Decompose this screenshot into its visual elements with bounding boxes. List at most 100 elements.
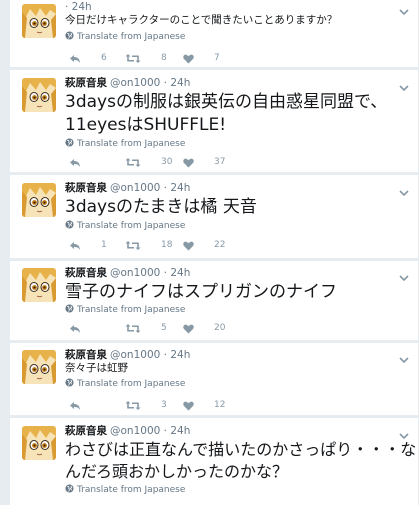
tweet-actions: 5 20 <box>65 321 385 335</box>
reply-button[interactable]: 1 <box>69 238 107 252</box>
globe-icon <box>65 31 74 40</box>
tweet-text: 今日だけキャラクターのことで聞きたいことありますか？ <box>65 14 338 26</box>
reply-icon <box>69 240 87 254</box>
tweet-time[interactable]: · 24h <box>164 425 191 437</box>
chevron-down-icon[interactable] <box>398 268 410 282</box>
tweet[interactable]: 萩原音泉 @on1000 · 24h わさびは正直なんで描いたのかさっぱり・・・な… <box>10 418 418 505</box>
chevron-down-icon[interactable] <box>398 426 410 440</box>
tweet-text: 3daysのたまきは橘 天音 <box>65 197 257 217</box>
tweet[interactable]: · 24h 今日だけキャラクターのことで聞きたいことありますか？ Transla… <box>10 0 418 68</box>
translate-label: Translate from Japanese <box>77 32 186 42</box>
retweet-count: 3 <box>161 400 167 410</box>
tweet-text-line-1: わさびは正直なんで描いたのかさっぱり・・・な <box>65 440 417 459</box>
retweet-button[interactable]: 18 <box>125 238 172 252</box>
display-name[interactable]: 萩原音泉 <box>65 182 107 194</box>
translate-label: Translate from Japanese <box>77 379 186 389</box>
like-button[interactable]: 37 <box>183 155 225 169</box>
reply-icon <box>69 400 87 414</box>
retweet-count: 18 <box>161 240 173 250</box>
username[interactable]: @on1000 <box>110 267 160 279</box>
retweet-icon <box>125 323 147 337</box>
username[interactable]: @on1000 <box>110 425 160 437</box>
reply-button[interactable] <box>69 155 101 169</box>
translate-link[interactable]: Translate from Japanese <box>65 138 185 151</box>
display-name[interactable]: 萩原音泉 <box>65 425 107 437</box>
display-name[interactable]: 萩原音泉 <box>65 349 107 361</box>
globe-icon <box>65 304 74 313</box>
username[interactable]: @on1000 <box>110 349 160 361</box>
heart-icon <box>183 240 200 254</box>
globe-icon <box>65 378 74 387</box>
tweet-text-line-2: んだろ頭おかしかったのかな？ <box>65 462 289 481</box>
translate-label: Translate from Japanese <box>77 485 186 495</box>
tweet-header: 萩原音泉 @on1000 · 24h <box>65 348 190 362</box>
tweet-time[interactable]: · 24h <box>164 267 191 279</box>
translate-label: Translate from Japanese <box>77 139 186 149</box>
translate-link[interactable]: Translate from Japanese <box>65 484 185 497</box>
username[interactable]: @on1000 <box>110 182 160 194</box>
heart-icon <box>183 157 200 171</box>
tweet[interactable]: 萩原音泉 @on1000 · 24h 3daysのたまきは橘 天音 Transla… <box>10 175 418 259</box>
avatar[interactable] <box>22 183 56 217</box>
retweet-button[interactable]: 30 <box>125 155 172 169</box>
tweet[interactable]: 萩原音泉 @on1000 · 24h 雪子のナイフはスプリガンのナイフ Trans… <box>10 261 418 341</box>
translate-link[interactable]: Translate from Japanese <box>65 304 185 317</box>
reply-button[interactable]: 6 <box>69 51 107 65</box>
retweet-count: 30 <box>161 157 173 167</box>
chevron-down-icon[interactable] <box>398 78 410 92</box>
tweet-text: 奈々子は虹野 <box>65 362 128 374</box>
chevron-down-icon[interactable] <box>398 2 410 16</box>
tweet-time[interactable]: · 24h <box>164 349 191 361</box>
retweet-button[interactable]: 3 <box>125 398 167 412</box>
tweet-time[interactable]: · 24h <box>65 1 92 13</box>
retweet-icon <box>125 53 147 67</box>
reply-button[interactable] <box>69 321 101 335</box>
avatar[interactable] <box>22 426 56 460</box>
translate-label: Translate from Japanese <box>77 221 186 231</box>
tweet-time[interactable]: · 24h <box>164 77 191 89</box>
retweet-count: 8 <box>161 53 167 63</box>
tweet[interactable]: 萩原音泉 @on1000 · 24h 3daysの制服は銀英伝の自由惑星同盟で、 … <box>10 70 418 173</box>
like-count: 7 <box>214 53 220 63</box>
like-button[interactable]: 20 <box>183 321 225 335</box>
username[interactable]: @on1000 <box>110 77 160 89</box>
avatar[interactable] <box>22 268 56 302</box>
heart-icon <box>183 323 200 337</box>
tweet-actions: 3 12 <box>65 398 385 412</box>
tweet[interactable]: 萩原音泉 @on1000 · 24h 奈々子は虹野 Translate from … <box>10 343 418 416</box>
tweet-text: 雪子のナイフはスプリガンのナイフ <box>65 282 337 302</box>
tweet-header: 萩原音泉 @on1000 · 24h <box>65 424 190 438</box>
tweet-actions: 1 18 22 <box>65 238 385 252</box>
like-button[interactable]: 7 <box>183 51 220 65</box>
translate-link[interactable]: Translate from Japanese <box>65 31 185 44</box>
avatar[interactable] <box>22 4 56 38</box>
tweet-header: 萩原音泉 @on1000 · 24h <box>65 181 190 195</box>
globe-icon <box>65 484 74 493</box>
translate-label: Translate from Japanese <box>77 305 186 315</box>
translate-link[interactable]: Translate from Japanese <box>65 378 185 391</box>
display-name[interactable]: 萩原音泉 <box>65 267 107 279</box>
avatar[interactable] <box>22 350 56 384</box>
reply-count: 1 <box>101 240 107 250</box>
tweet-actions: 30 37 <box>65 155 385 169</box>
timeline: · 24h 今日だけキャラクターのことで聞きたいことありますか？ Transla… <box>0 0 419 505</box>
tweet-actions: 6 8 7 <box>65 51 385 65</box>
retweet-count: 5 <box>161 323 167 333</box>
reply-count: 6 <box>101 53 107 63</box>
chevron-down-icon[interactable] <box>398 183 410 197</box>
retweet-button[interactable]: 5 <box>125 321 167 335</box>
display-name[interactable]: 萩原音泉 <box>65 77 107 89</box>
reply-icon <box>69 53 87 67</box>
retweet-button[interactable]: 8 <box>125 51 167 65</box>
like-button[interactable]: 12 <box>183 398 225 412</box>
retweet-icon <box>125 157 147 171</box>
avatar[interactable] <box>22 78 56 112</box>
like-count: 22 <box>214 240 226 250</box>
translate-link[interactable]: Translate from Japanese <box>65 220 185 233</box>
tweet-time[interactable]: · 24h <box>164 182 191 194</box>
chevron-down-icon[interactable] <box>398 350 410 364</box>
tweet-header: · 24h <box>65 0 92 14</box>
like-button[interactable]: 22 <box>183 238 225 252</box>
globe-icon <box>65 220 74 229</box>
reply-button[interactable] <box>69 398 101 412</box>
